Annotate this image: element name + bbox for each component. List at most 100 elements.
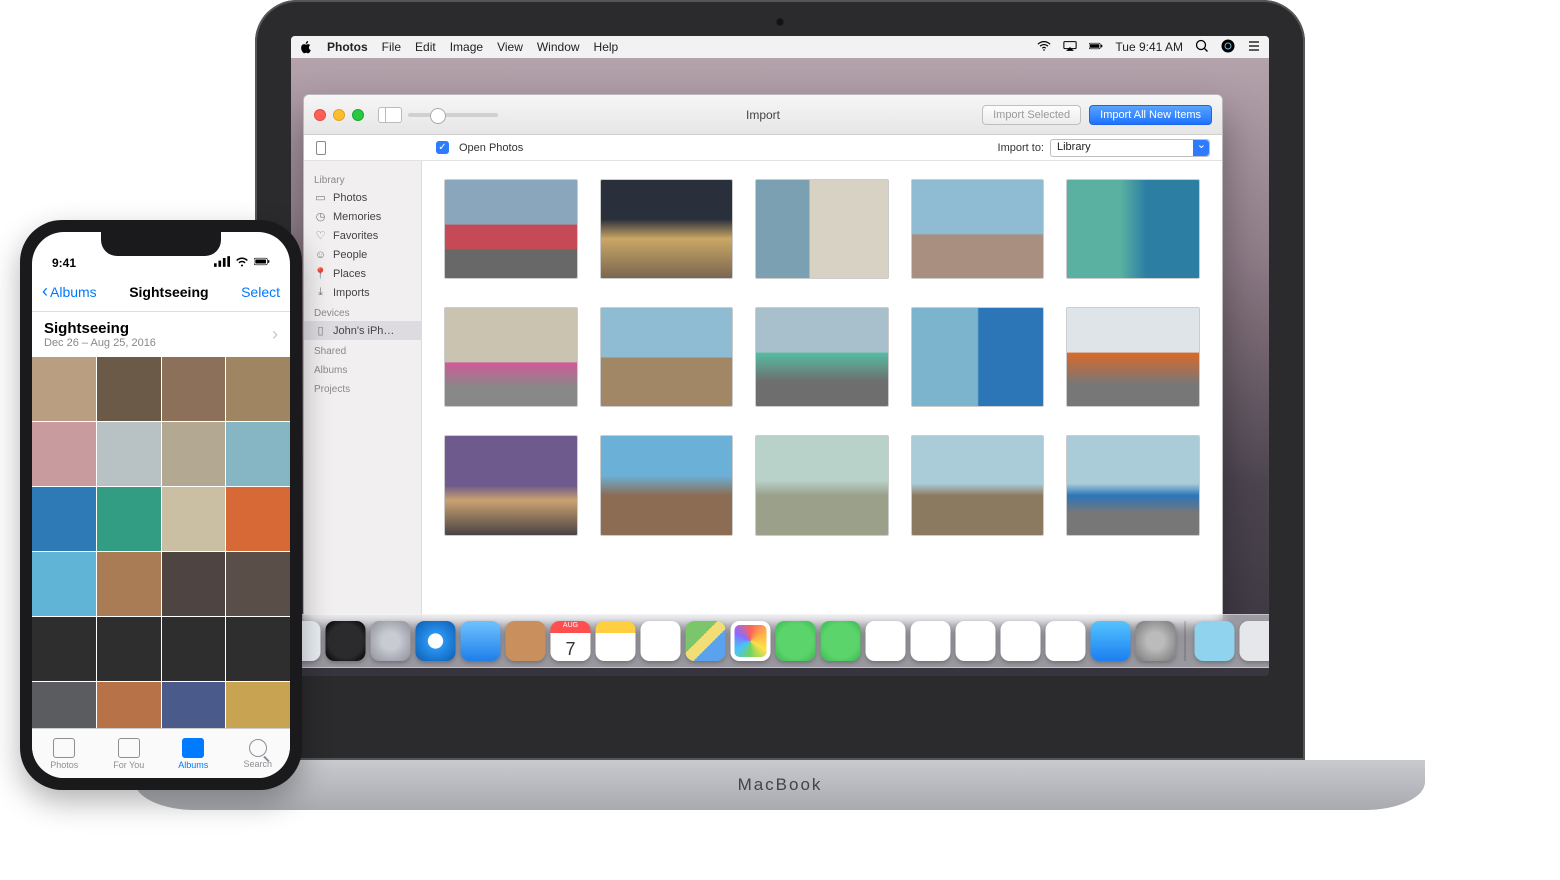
import-thumbnail[interactable]	[600, 435, 734, 535]
zoom-button[interactable]	[352, 109, 364, 121]
album-photo-grid[interactable]	[32, 357, 290, 728]
dock-app-facetime[interactable]	[821, 621, 861, 661]
photo-thumbnail[interactable]	[32, 487, 96, 551]
dock-app-keynote[interactable]	[911, 621, 951, 661]
dock-app-calendar[interactable]: AUG 7	[551, 621, 591, 661]
wifi-icon[interactable]	[1037, 39, 1051, 56]
dock-app-systemprefs[interactable]	[1136, 621, 1176, 661]
import-thumbnail-area[interactable]	[422, 161, 1222, 623]
photo-thumbnail[interactable]	[32, 552, 96, 616]
import-thumbnail[interactable]	[600, 179, 734, 279]
import-all-new-button[interactable]: Import All New Items	[1089, 105, 1212, 125]
close-button[interactable]	[314, 109, 326, 121]
photo-thumbnail[interactable]	[162, 552, 226, 616]
window-titlebar[interactable]: Import Import Selected Import All New It…	[304, 95, 1222, 135]
dock-app-pages[interactable]	[956, 621, 996, 661]
dock-app-photos[interactable]	[731, 621, 771, 661]
photo-thumbnail[interactable]	[32, 617, 96, 681]
minimize-button[interactable]	[333, 109, 345, 121]
menu-image[interactable]: Image	[450, 40, 483, 54]
open-photos-checkbox[interactable]: ✓	[436, 141, 449, 154]
import-thumbnail[interactable]	[911, 179, 1045, 279]
photo-thumbnail[interactable]	[226, 552, 290, 616]
dock-app-contacts[interactable]	[506, 621, 546, 661]
toggle-sidebar-button[interactable]	[378, 107, 402, 123]
menu-file[interactable]: File	[382, 40, 401, 54]
menu-window[interactable]: Window	[537, 40, 580, 54]
photo-thumbnail[interactable]	[32, 682, 96, 728]
dock-stack-downloads[interactable]	[1195, 621, 1235, 661]
photo-thumbnail[interactable]	[226, 487, 290, 551]
dock-app-notes[interactable]	[596, 621, 636, 661]
sidebar-item-photos[interactable]: ▭Photos	[304, 188, 421, 207]
thumbnail-zoom-slider[interactable]	[408, 113, 498, 117]
menubar-clock[interactable]: Tue 9:41 AM	[1115, 40, 1183, 54]
tab-search[interactable]: Search	[226, 729, 291, 778]
sidebar-item-people[interactable]: ☺People	[304, 245, 421, 264]
dock-app-messages[interactable]	[776, 621, 816, 661]
import-thumbnail[interactable]	[911, 307, 1045, 407]
photo-thumbnail[interactable]	[226, 617, 290, 681]
spotlight-icon[interactable]	[1195, 39, 1209, 56]
photo-thumbnail[interactable]	[97, 682, 161, 728]
photo-thumbnail[interactable]	[162, 422, 226, 486]
import-thumbnail[interactable]	[444, 307, 578, 407]
album-header[interactable]: Sightseeing Dec 26 – Aug 25, 2016 ›	[32, 312, 290, 357]
photo-thumbnail[interactable]	[226, 357, 290, 421]
photo-thumbnail[interactable]	[97, 617, 161, 681]
dock-app-numbers[interactable]	[866, 621, 906, 661]
photo-thumbnail[interactable]	[97, 357, 161, 421]
import-thumbnail[interactable]	[911, 435, 1045, 535]
dock-app-appstore[interactable]	[1091, 621, 1131, 661]
import-to-select[interactable]: Library	[1050, 139, 1210, 157]
menubar-app-name[interactable]: Photos	[327, 40, 368, 54]
dock-trash[interactable]	[1240, 621, 1270, 661]
dock-app-safari[interactable]	[416, 621, 456, 661]
import-thumbnail[interactable]	[1066, 435, 1200, 535]
select-button[interactable]: Select	[241, 284, 280, 300]
photo-thumbnail[interactable]	[162, 617, 226, 681]
dock-app-maps[interactable]	[686, 621, 726, 661]
notification-center-icon[interactable]	[1247, 39, 1261, 56]
photo-thumbnail[interactable]	[162, 487, 226, 551]
menu-view[interactable]: View	[497, 40, 523, 54]
import-thumbnail[interactable]	[1066, 179, 1200, 279]
import-thumbnail[interactable]	[444, 435, 578, 535]
dock-app-launchpad[interactable]	[371, 621, 411, 661]
sidebar-item-places[interactable]: 📍Places	[304, 264, 421, 283]
siri-icon[interactable]	[1221, 39, 1235, 56]
photo-thumbnail[interactable]	[32, 357, 96, 421]
import-thumbnail[interactable]	[755, 307, 889, 407]
tab-photos[interactable]: Photos	[32, 729, 97, 778]
menu-help[interactable]: Help	[594, 40, 619, 54]
menu-edit[interactable]: Edit	[415, 40, 436, 54]
photo-thumbnail[interactable]	[162, 357, 226, 421]
photo-thumbnail[interactable]	[162, 682, 226, 728]
back-button[interactable]: ‹ Albums	[42, 281, 97, 302]
dock-app-reminders[interactable]	[641, 621, 681, 661]
battery-icon[interactable]	[1089, 39, 1103, 56]
dock-app-mail[interactable]	[461, 621, 501, 661]
tab-albums[interactable]: Albums	[161, 729, 226, 778]
sidebar-item-favorites[interactable]: ♡Favorites	[304, 226, 421, 245]
dock-app-siri[interactable]	[326, 621, 366, 661]
airplay-icon[interactable]	[1063, 39, 1077, 56]
photo-thumbnail[interactable]	[32, 422, 96, 486]
import-thumbnail[interactable]	[600, 307, 734, 407]
photo-thumbnail[interactable]	[97, 552, 161, 616]
import-thumbnail[interactable]	[1066, 307, 1200, 407]
tab-foryou[interactable]: For You	[97, 729, 162, 778]
import-thumbnail[interactable]	[755, 179, 889, 279]
import-selected-button[interactable]: Import Selected	[982, 105, 1081, 125]
sidebar-item-memories[interactable]: ◷Memories	[304, 207, 421, 226]
sidebar-item-imports[interactable]: ⤓Imports	[304, 283, 421, 302]
photo-thumbnail[interactable]	[226, 422, 290, 486]
photo-thumbnail[interactable]	[226, 682, 290, 728]
dock-app-itunes[interactable]	[1046, 621, 1086, 661]
dock-app-news[interactable]	[1001, 621, 1041, 661]
import-thumbnail[interactable]	[755, 435, 889, 535]
photo-thumbnail[interactable]	[97, 487, 161, 551]
photo-thumbnail[interactable]	[97, 422, 161, 486]
import-thumbnail[interactable]	[444, 179, 578, 279]
apple-icon[interactable]	[299, 40, 313, 54]
